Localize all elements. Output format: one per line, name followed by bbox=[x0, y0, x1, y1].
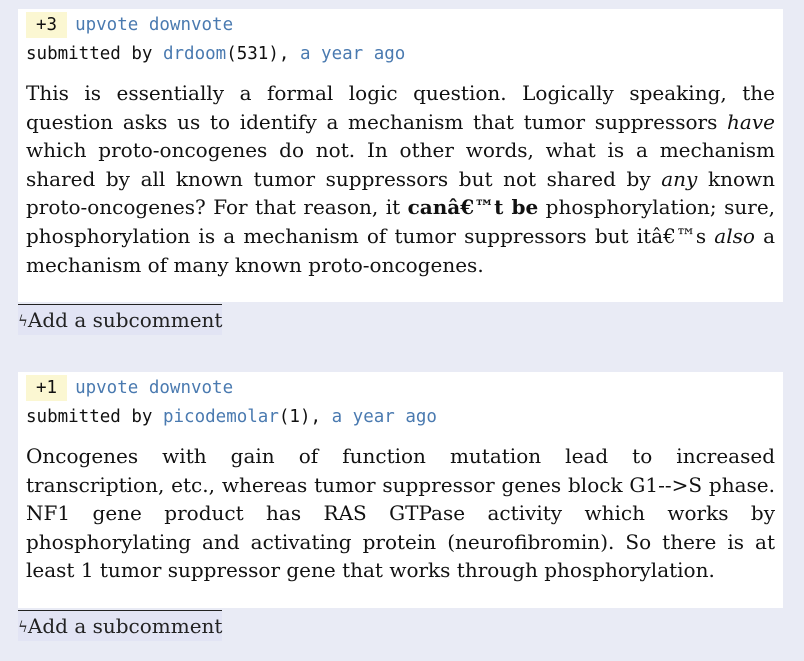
vote-line: +3 upvote downvote bbox=[26, 11, 783, 39]
comment-text-emphasis: have bbox=[727, 109, 775, 134]
add-subcomment-button[interactable]: ϟAdd a subcomment bbox=[18, 610, 222, 641]
comment-card: +1 upvote downvote submitted by picodemol… bbox=[18, 372, 783, 608]
vote-line: +1 upvote downvote bbox=[26, 374, 783, 402]
user-karma: (1), bbox=[278, 407, 322, 427]
comment-text-emphasis: any bbox=[661, 166, 698, 191]
downvote-link[interactable]: downvote bbox=[149, 15, 233, 35]
downvote-link[interactable]: downvote bbox=[149, 378, 233, 398]
comment-meta: +3 upvote downvote submitted by drdoom(53… bbox=[18, 11, 783, 69]
submitted-by-label: submitted by bbox=[26, 44, 153, 64]
comment-meta: +1 upvote downvote submitted by picodemol… bbox=[18, 374, 783, 432]
comment-body: Oncogenes with gain of function mutation… bbox=[26, 444, 775, 583]
add-subcomment-label: Add a subcomment bbox=[27, 614, 223, 638]
upvote-link[interactable]: upvote bbox=[75, 15, 138, 35]
comment-card: +3 upvote downvote submitted by drdoom(53… bbox=[18, 9, 783, 302]
submitted-line: submitted by picodemolar(1), a year ago bbox=[26, 402, 783, 432]
add-subcomment-label: Add a subcomment bbox=[27, 308, 223, 332]
comment-text-emphasis: also bbox=[714, 223, 755, 248]
bolt-icon: ϟ bbox=[18, 618, 28, 636]
score-badge: +1 bbox=[26, 375, 68, 401]
comment-body: This is essentially a formal logic quest… bbox=[18, 69, 783, 279]
username-link[interactable]: picodemolar bbox=[163, 407, 279, 427]
comment-text-bold: canâ€™t be bbox=[407, 195, 539, 220]
score-badge: +3 bbox=[26, 12, 68, 38]
upvote-link[interactable]: upvote bbox=[75, 378, 138, 398]
add-subcomment-button[interactable]: ϟAdd a subcomment bbox=[18, 304, 222, 335]
timestamp-link[interactable]: a year ago bbox=[332, 407, 437, 427]
timestamp-link[interactable]: a year ago bbox=[300, 44, 405, 64]
user-karma: (531), bbox=[226, 44, 290, 64]
bolt-icon: ϟ bbox=[18, 312, 28, 330]
submitted-by-label: submitted by bbox=[26, 407, 153, 427]
comment-text-segment: This is essentially a formal logic quest… bbox=[26, 81, 775, 134]
username-link[interactable]: drdoom bbox=[163, 44, 226, 64]
submitted-line: submitted by drdoom(531), a year ago bbox=[26, 39, 783, 69]
